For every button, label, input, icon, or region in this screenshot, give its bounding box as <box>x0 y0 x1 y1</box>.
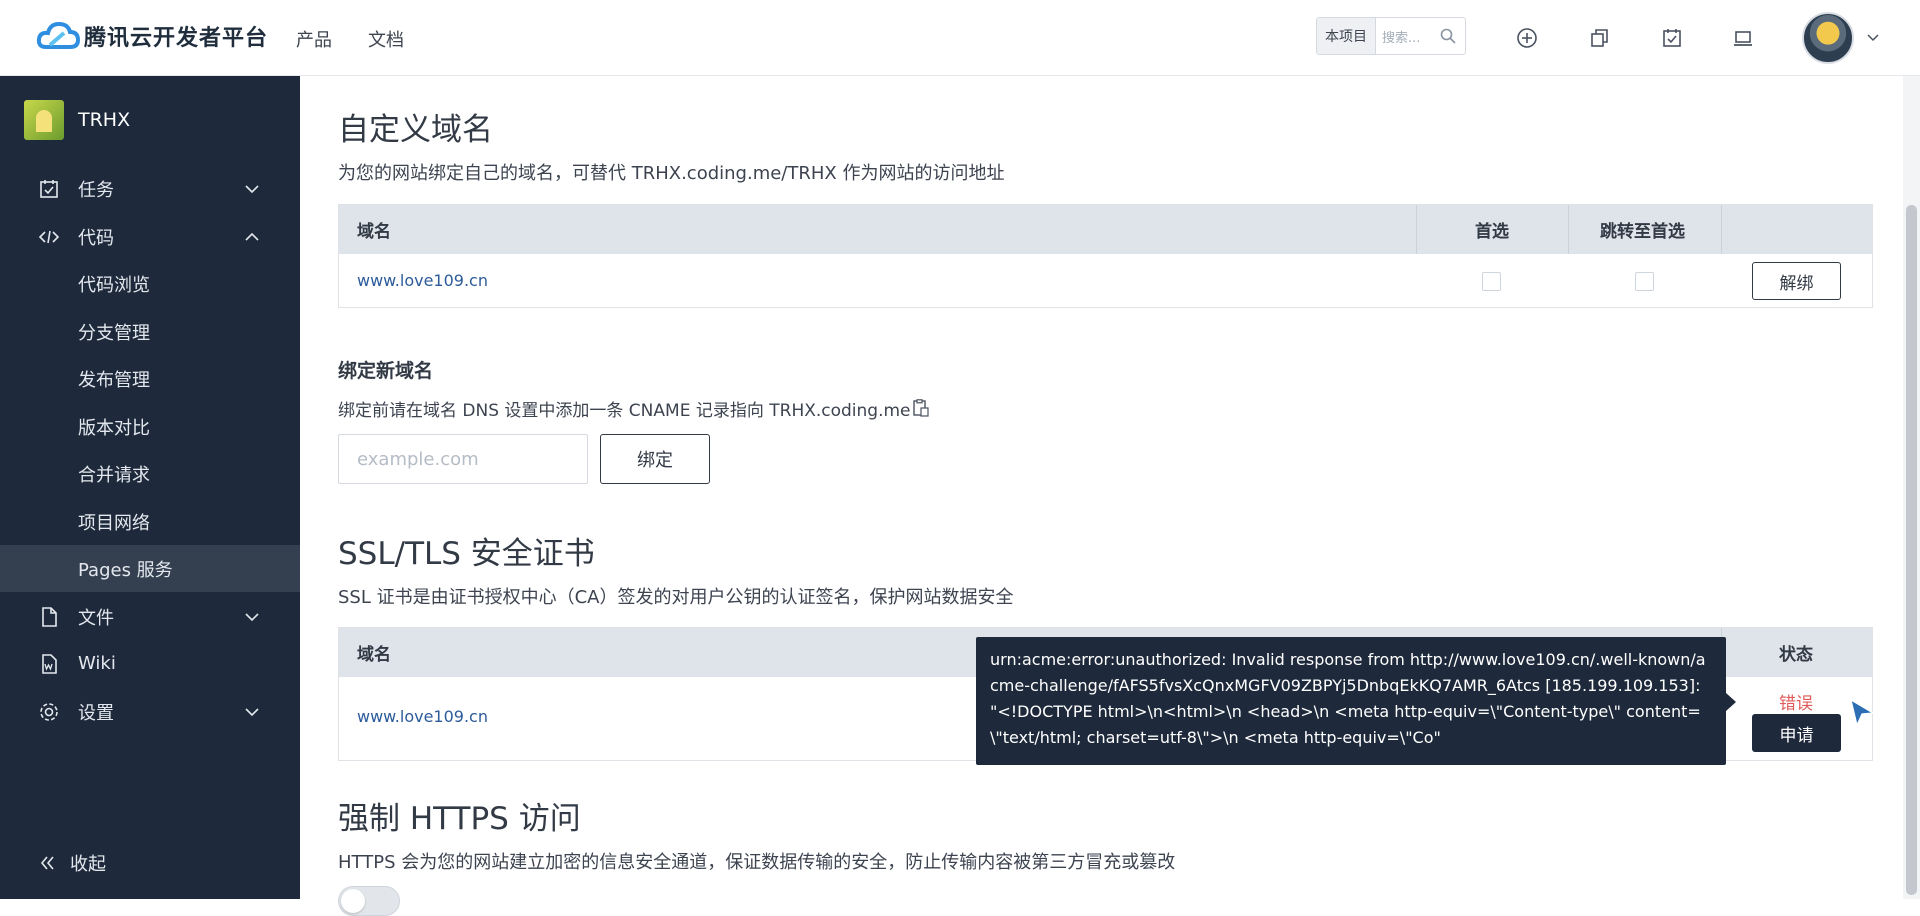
search-box[interactable]: 本项目 搜索... <box>1316 17 1466 55</box>
redirect-checkbox[interactable] <box>1635 272 1654 291</box>
ssl-desc: SSL 证书是由证书授权中心（CA）签发的对用户公钥的认证签名，保护网站数据安全 <box>338 587 1014 608</box>
bind-new-title: 绑定新域名 <box>338 360 434 382</box>
column-header-status: 状态 <box>1779 645 1813 665</box>
ssl-title: SSL/TLS 安全证书 <box>338 536 595 572</box>
custom-domain-desc: 为您的网站绑定自己的域名，可替代 TRHX.coding.me/TRHX 作为网… <box>338 163 1005 184</box>
project-header[interactable]: TRHX <box>24 100 130 140</box>
sidebar-subitem-compare[interactable]: 版本对比 <box>0 403 300 450</box>
calendar-check-icon <box>40 179 58 198</box>
sidebar-item-label: 任务 <box>78 179 114 201</box>
sidebar-subitem-code-browse[interactable]: 代码浏览 <box>0 260 300 307</box>
sidebar-subitem-pages[interactable]: Pages 服务 <box>0 545 300 592</box>
chevron-down-icon <box>245 707 259 716</box>
https-title: 强制 HTTPS 访问 <box>338 801 581 837</box>
sidebar: TRHX 任务 代码 代码浏览 分支管理 发布管理 版本对比 合并请求 项目网络… <box>0 76 300 899</box>
table-row: www.love109.cn 解绑 <box>339 254 1872 307</box>
tasks-icon[interactable] <box>1661 27 1683 49</box>
error-tooltip: urn:acme:error:unauthorized: Invalid res… <box>976 637 1736 765</box>
column-header-domain: 域名 <box>357 645 391 665</box>
bind-new-desc: 绑定前请在域名 DNS 设置中添加一条 CNAME 记录指向 TRHX.codi… <box>338 401 911 421</box>
apply-button[interactable]: 申请 <box>1752 714 1841 752</box>
logo[interactable]: 腾讯云开发者平台 <box>36 19 268 53</box>
custom-domain-title: 自定义域名 <box>338 112 493 148</box>
preferred-checkbox[interactable] <box>1482 272 1501 291</box>
gear-icon <box>40 702 58 721</box>
sidebar-item-label: 代码 <box>78 227 114 249</box>
domain-link[interactable]: www.love109.cn <box>357 707 488 726</box>
sidebar-item-label: Wiki <box>78 653 116 674</box>
chevron-down-icon <box>245 184 259 193</box>
copy-icon[interactable] <box>913 399 929 417</box>
file-icon <box>42 606 57 627</box>
main-content: 自定义域名 为您的网站绑定自己的域名，可替代 TRHX.coding.me/TR… <box>338 76 1875 916</box>
sidebar-item-files[interactable]: 文件 <box>0 593 300 640</box>
nav-products[interactable]: 产品 <box>296 26 332 52</box>
cloud-logo-icon <box>36 21 80 49</box>
chevron-up-icon <box>245 232 259 241</box>
search-scope[interactable]: 本项目 <box>1317 18 1376 54</box>
unbind-button[interactable]: 解绑 <box>1752 262 1841 300</box>
status-error[interactable]: 错误 <box>1779 689 1813 714</box>
sidebar-subitem-label: 发布管理 <box>78 369 150 391</box>
search-icon[interactable] <box>1439 27 1457 45</box>
table-header: 域名 首选 跳转至首选 <box>339 205 1872 254</box>
sidebar-item-wiki[interactable]: Wiki <box>0 640 300 687</box>
top-bar: 腾讯云开发者平台 产品 文档 本项目 搜索... <box>0 0 1920 76</box>
bind-button[interactable]: 绑定 <box>600 434 710 484</box>
new-domain-input[interactable] <box>338 434 588 484</box>
column-divider <box>1568 205 1569 254</box>
sidebar-subitem-merge-requests[interactable]: 合并请求 <box>0 450 300 497</box>
add-icon[interactable] <box>1516 27 1538 49</box>
wiki-icon <box>42 653 57 674</box>
sidebar-subitem-label: 分支管理 <box>78 322 150 344</box>
sidebar-item-code[interactable]: 代码 <box>0 213 300 260</box>
domain-table: 域名 首选 跳转至首选 www.love109.cn 解绑 <box>338 204 1873 308</box>
cursor-pointer-icon <box>1850 698 1875 727</box>
double-chevron-left-icon <box>40 856 54 870</box>
nav-docs[interactable]: 文档 <box>368 26 404 52</box>
sidebar-subitem-label: 合并请求 <box>78 464 150 486</box>
column-header-domain: 域名 <box>357 222 391 242</box>
sidebar-item-settings[interactable]: 设置 <box>0 688 300 735</box>
sidebar-subitem-branches[interactable]: 分支管理 <box>0 308 300 355</box>
search-input[interactable]: 搜索... <box>1382 27 1439 46</box>
laptop-icon[interactable] <box>1732 27 1754 49</box>
collapse-sidebar-button[interactable]: 收起 <box>0 843 300 883</box>
scrollbar-thumb[interactable] <box>1906 205 1917 895</box>
collapse-label: 收起 <box>70 854 106 875</box>
sidebar-item-label: 设置 <box>78 702 114 724</box>
chevron-down-icon <box>245 612 259 621</box>
sidebar-subitem-label: Pages 服务 <box>78 559 173 581</box>
sidebar-subitem-label: 代码浏览 <box>78 274 150 296</box>
sidebar-item-tasks[interactable]: 任务 <box>0 165 300 212</box>
column-header-preferred: 首选 <box>1475 222 1509 242</box>
user-avatar[interactable] <box>1802 12 1854 64</box>
chevron-down-icon[interactable] <box>1866 30 1880 44</box>
project-name: TRHX <box>78 109 131 131</box>
column-header-redirect: 跳转至首选 <box>1600 222 1685 242</box>
column-divider <box>1416 205 1417 254</box>
code-icon <box>38 230 60 243</box>
sidebar-subitem-releases[interactable]: 发布管理 <box>0 355 300 402</box>
domain-link[interactable]: www.love109.cn <box>357 271 488 290</box>
https-toggle[interactable] <box>338 886 400 916</box>
sidebar-subitem-label: 项目网络 <box>78 512 150 534</box>
sidebar-subitem-network[interactable]: 项目网络 <box>0 498 300 545</box>
column-divider <box>1721 205 1722 254</box>
brand-name: 腾讯云开发者平台 <box>84 26 269 51</box>
project-thumbnail <box>24 100 64 140</box>
sidebar-subitem-label: 版本对比 <box>78 417 150 439</box>
https-desc: HTTPS 会为您的网站建立加密的信息安全通道，保证数据传输的安全，防止传输内容… <box>338 852 1176 873</box>
sidebar-item-label: 文件 <box>78 607 114 629</box>
projects-icon[interactable] <box>1588 27 1610 49</box>
